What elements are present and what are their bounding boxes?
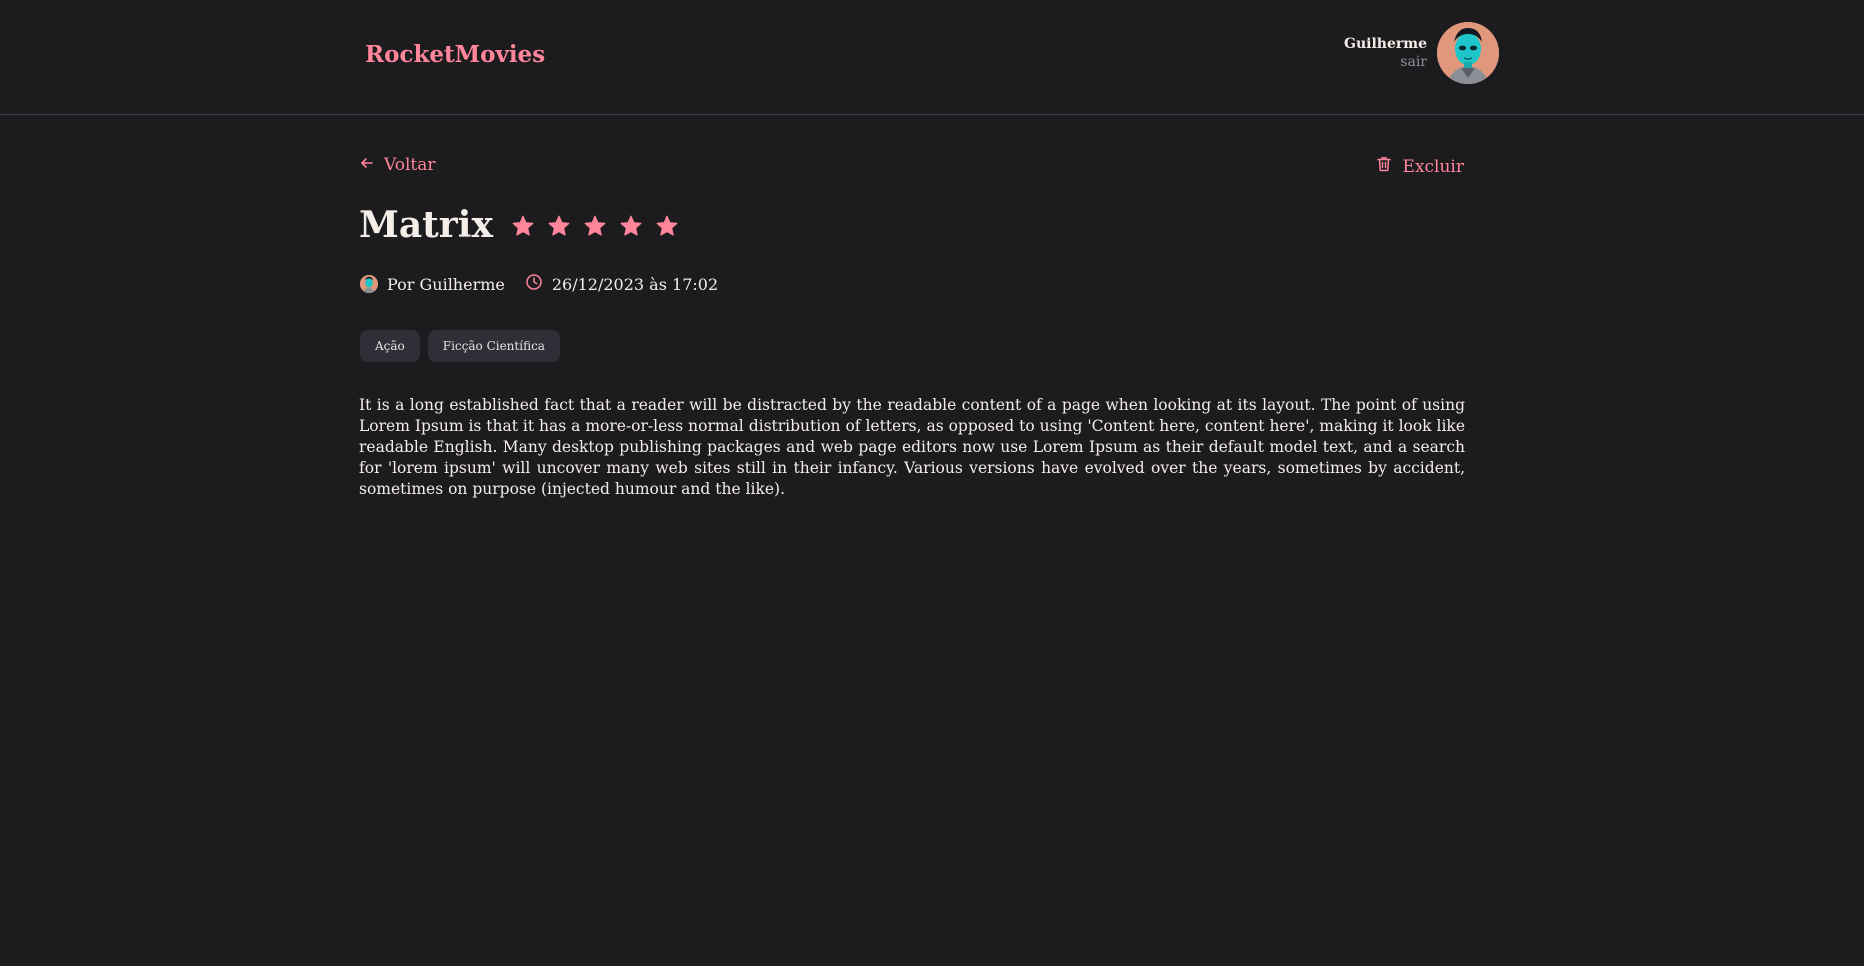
star-icon xyxy=(582,213,608,243)
back-button[interactable]: Voltar xyxy=(360,155,435,175)
tag: Ação xyxy=(360,330,420,362)
delete-label: Excluir xyxy=(1402,156,1464,177)
movie-description: It is a long established fact that a rea… xyxy=(359,396,1465,498)
author-name: Por Guilherme xyxy=(387,274,505,294)
app-header: RocketMovies Guilherme sair xyxy=(0,0,1864,115)
movie-meta: Por Guilherme 26/12/2023 às 17:02 xyxy=(360,273,718,295)
title-row: Matrix xyxy=(359,201,680,249)
movie-title: Matrix xyxy=(359,204,493,246)
trash-icon xyxy=(1375,155,1393,178)
user-name: Guilherme xyxy=(1344,36,1427,52)
avatar-image xyxy=(1437,22,1499,84)
tag-list: Ação Ficção Científica xyxy=(360,330,560,362)
star-icon xyxy=(546,213,572,243)
arrow-left-icon xyxy=(360,155,374,175)
created-date-text: 26/12/2023 às 17:02 xyxy=(551,274,719,294)
logout-link[interactable]: sair xyxy=(1400,54,1427,70)
star-icon xyxy=(654,213,680,243)
star-icon xyxy=(618,213,644,243)
rating-stars xyxy=(510,213,680,243)
tag: Ficção Científica xyxy=(427,330,560,362)
star-icon xyxy=(510,213,536,243)
back-label: Voltar xyxy=(384,155,436,175)
profile-text: Guilherme sair xyxy=(1344,36,1427,70)
clock-icon xyxy=(525,273,543,295)
delete-button[interactable]: Excluir xyxy=(1375,155,1464,178)
user-profile: Guilherme sair xyxy=(1344,22,1499,84)
author-avatar xyxy=(360,275,378,293)
created-date: 26/12/2023 às 17:02 xyxy=(525,273,718,295)
avatar[interactable] xyxy=(1437,22,1499,84)
brand-logo[interactable]: RocketMovies xyxy=(365,41,545,68)
author-info: Por Guilherme xyxy=(360,275,505,294)
